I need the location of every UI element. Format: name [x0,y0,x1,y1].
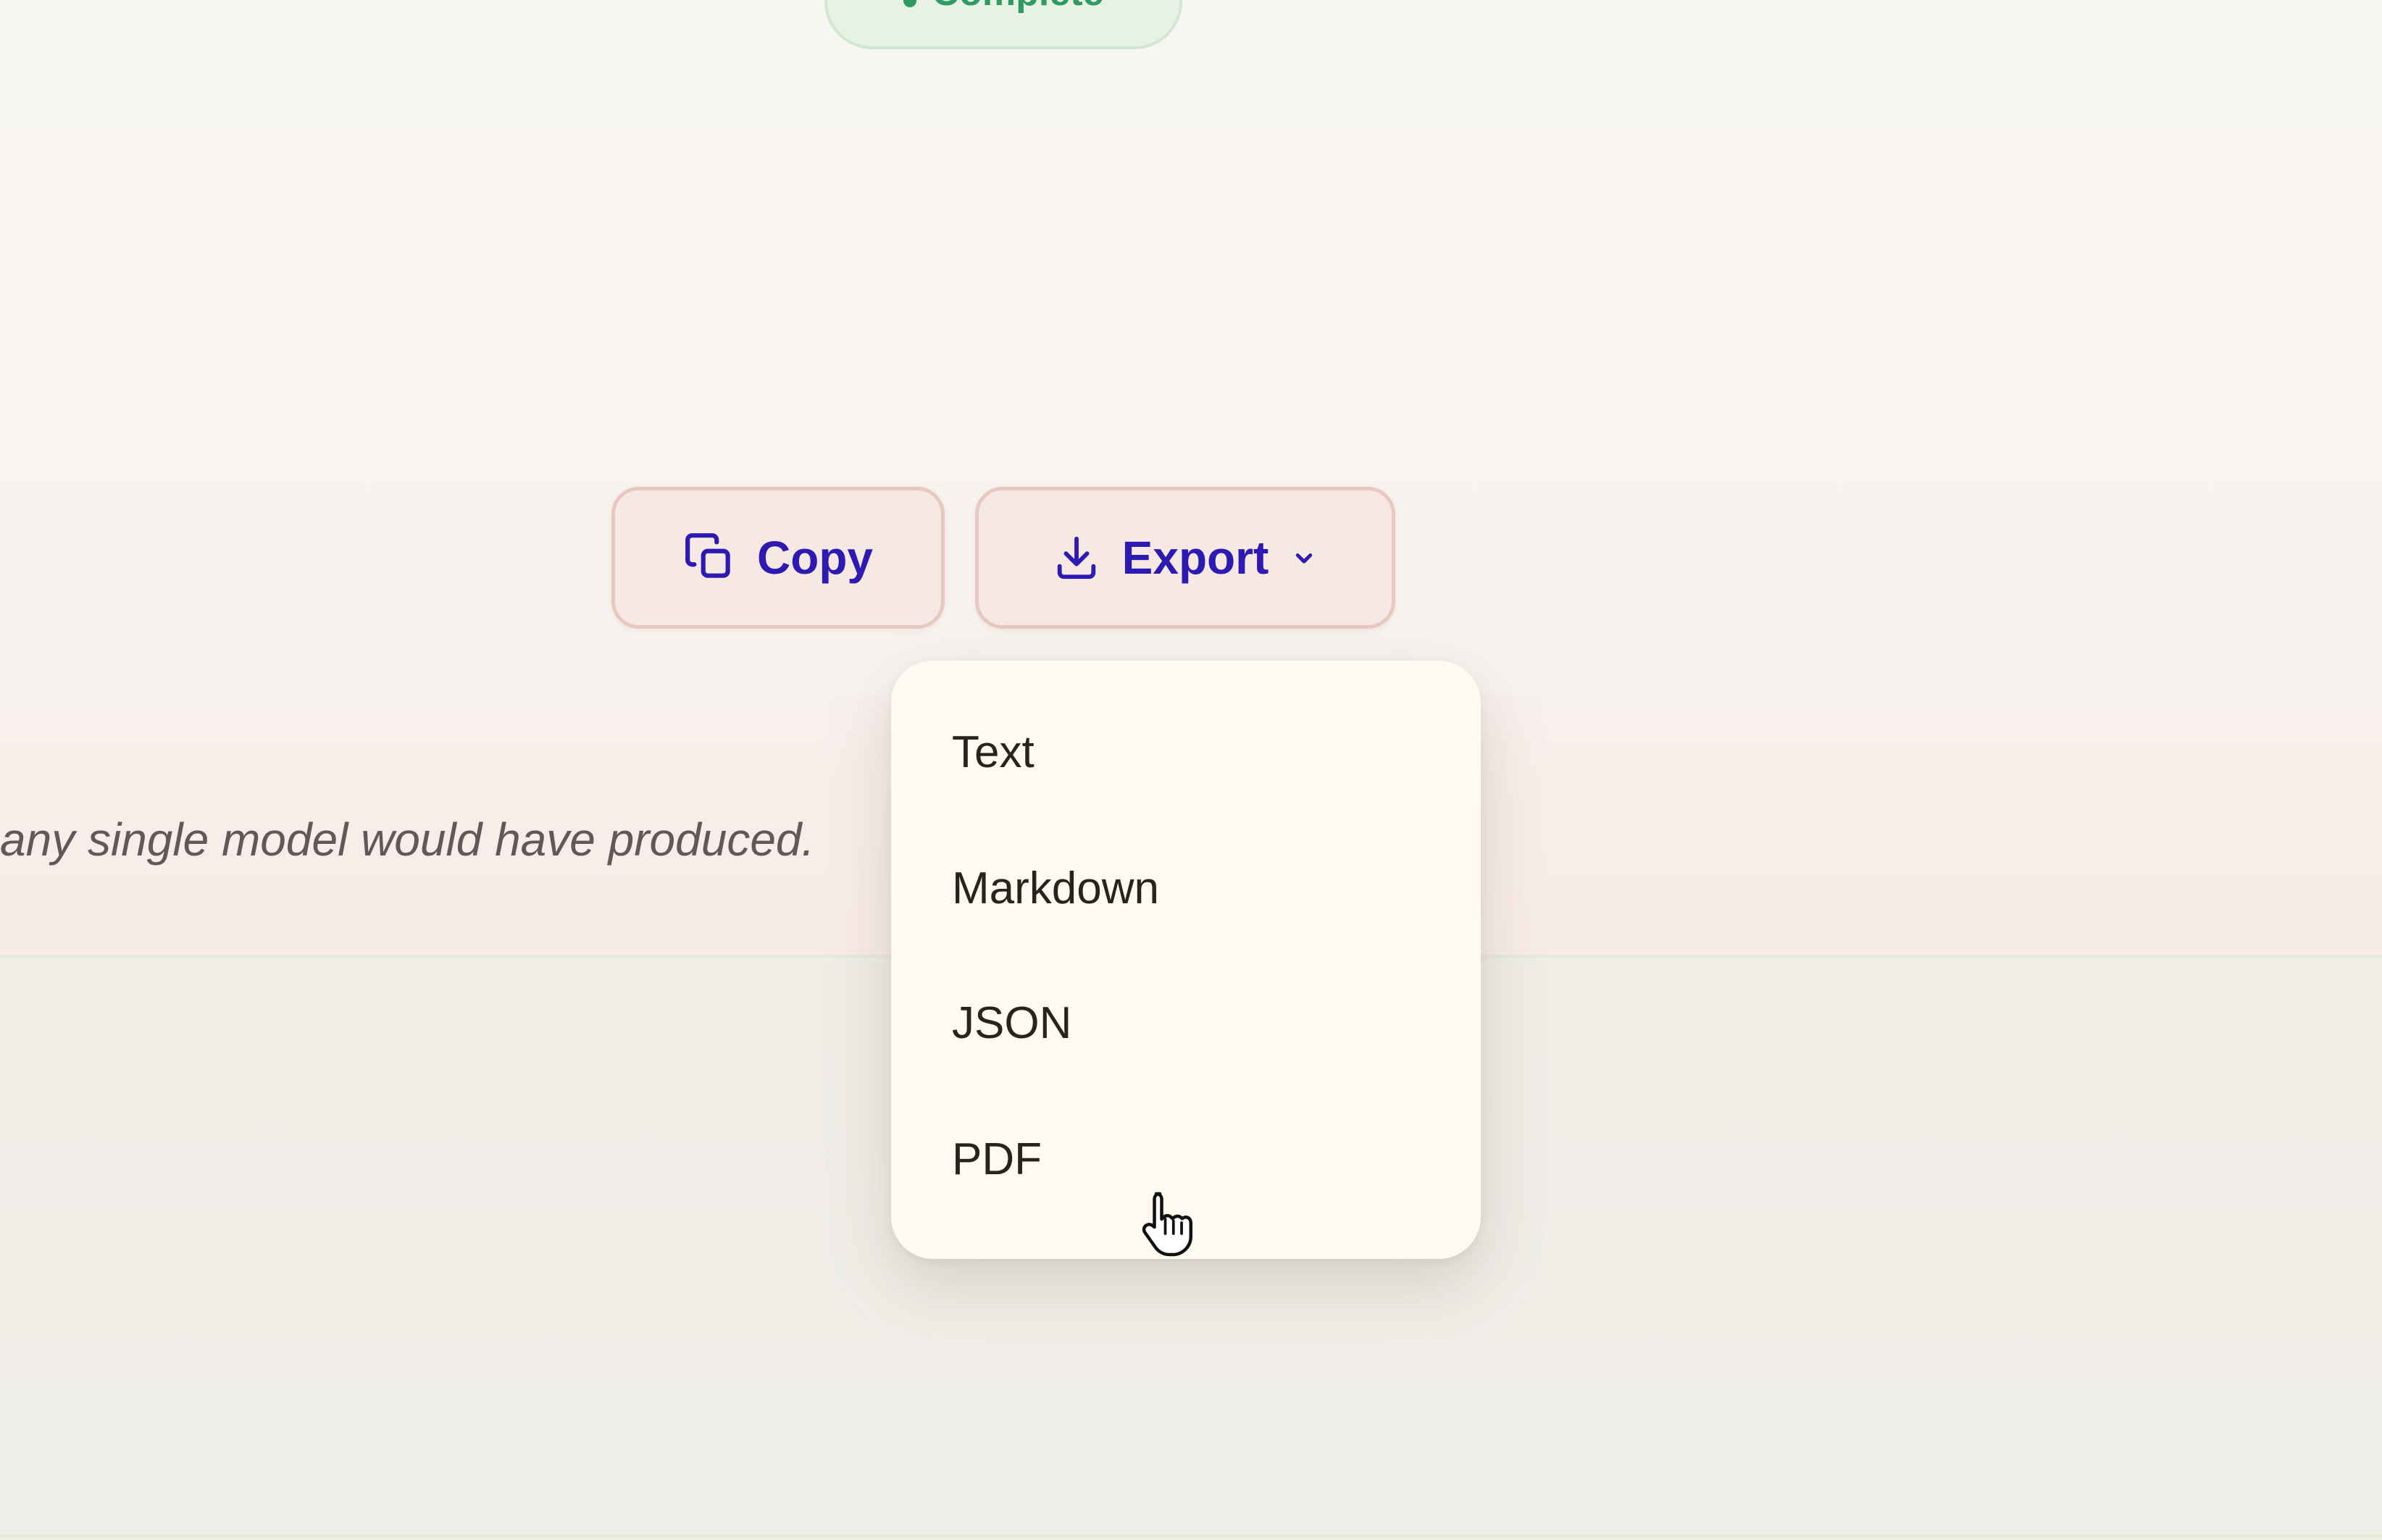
menu-item-text[interactable]: Text [952,730,1035,775]
bottom-divider [0,1534,2382,1537]
export-dropdown-menu: Text Markdown JSON PDF [891,661,1481,1259]
note-text: any single model would have produced. [0,813,815,866]
copy-icon [683,531,737,585]
menu-item-pdf[interactable]: PDF [952,1137,1042,1182]
chevron-down-icon [1289,543,1319,573]
status-dot [903,0,916,7]
download-icon [1051,532,1102,583]
status-label: Complete [932,0,1104,14]
pointer-hand-icon [1134,1187,1192,1259]
copy-label: Copy [757,532,873,584]
menu-item-markdown[interactable]: Markdown [952,866,1159,911]
export-button[interactable]: Export [975,487,1395,629]
menu-item-json[interactable]: JSON [952,1001,1071,1046]
status-badge: Complete [824,0,1182,49]
export-label: Export [1121,532,1269,584]
copy-button[interactable]: Copy [611,487,945,629]
